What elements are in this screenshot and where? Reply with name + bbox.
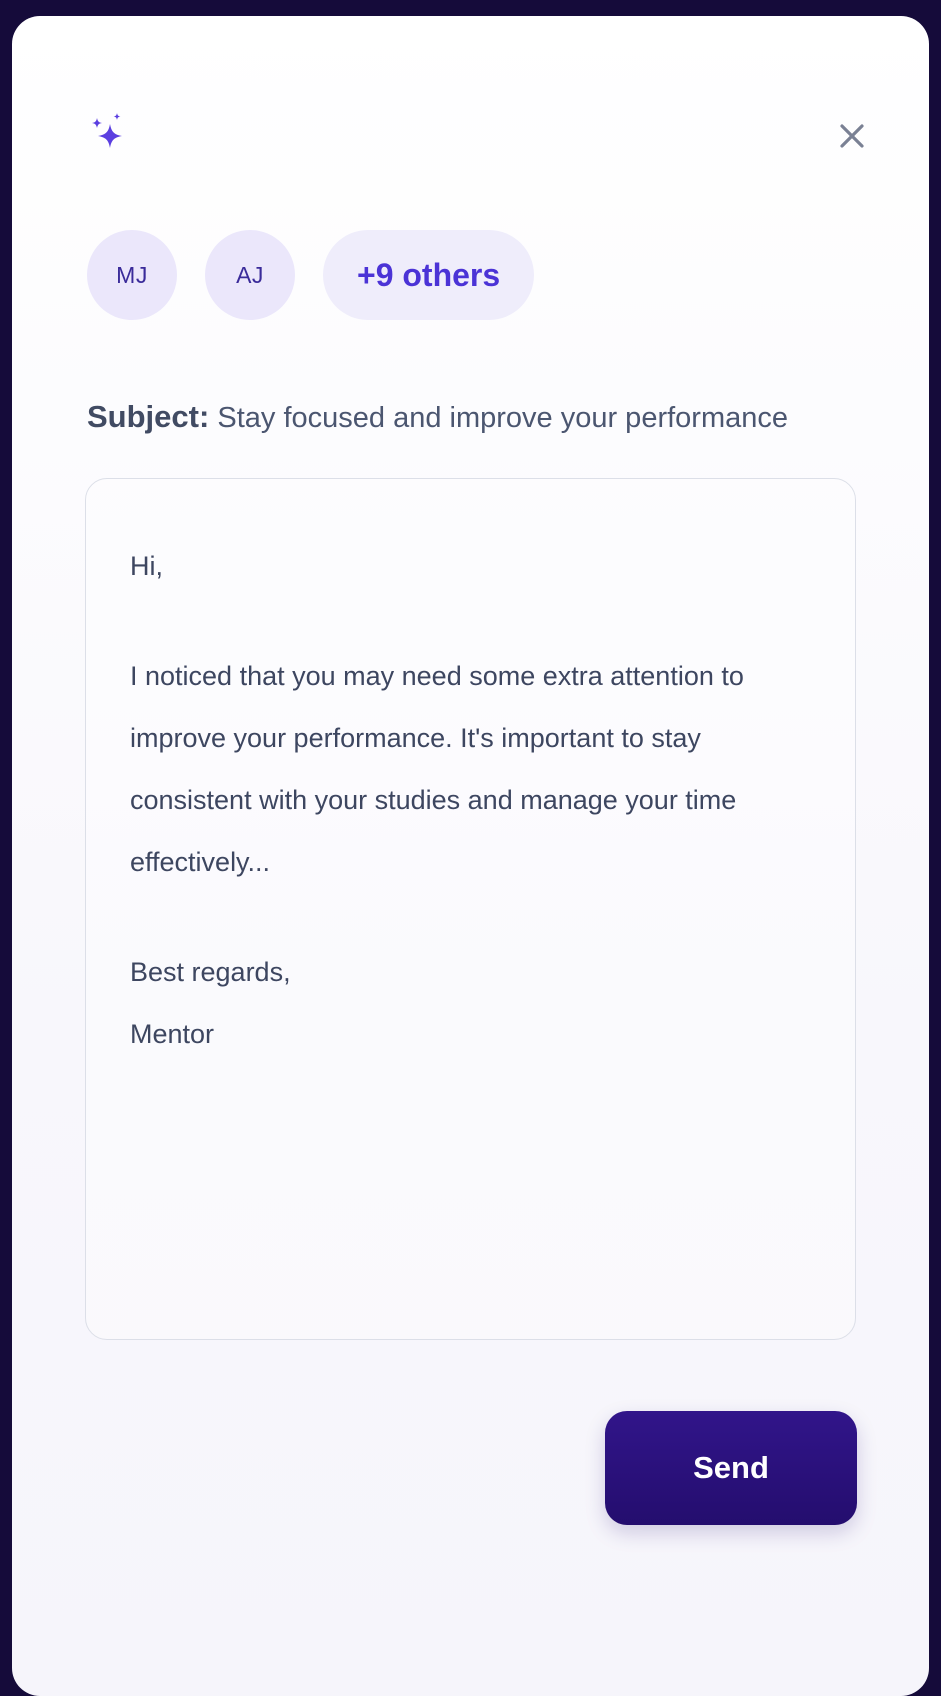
avatar[interactable]: AJ [205,230,295,320]
more-recipients-chip[interactable]: +9 others [323,230,535,320]
avatar[interactable]: MJ [87,230,177,320]
message-greeting: Hi, [130,551,163,581]
recipient-list: MJ AJ +9 others [87,230,535,320]
message-closing: Best regards, [130,957,291,987]
send-button[interactable]: Send [605,1411,857,1525]
sparkle-icon [86,108,130,156]
message-signature: Mentor [130,1019,215,1049]
close-icon [840,124,864,148]
message-line: improve your performance. It's important… [130,723,701,753]
message-body[interactable]: Hi, I noticed that you may need some ext… [85,478,856,1340]
message-line: I noticed that you may need some extra a… [130,661,744,691]
message-line: effectively... [130,847,271,877]
subject-value: Stay focused and improve your performanc… [217,402,788,434]
email-compose-modal: MJ AJ +9 others Subject: Stay focused an… [12,16,929,1696]
subject-line: Subject: Stay focused and improve your p… [87,399,788,435]
subject-label: Subject: [87,399,210,434]
close-button[interactable] [830,114,874,158]
message-line: consistent with your studies and manage … [130,785,737,815]
